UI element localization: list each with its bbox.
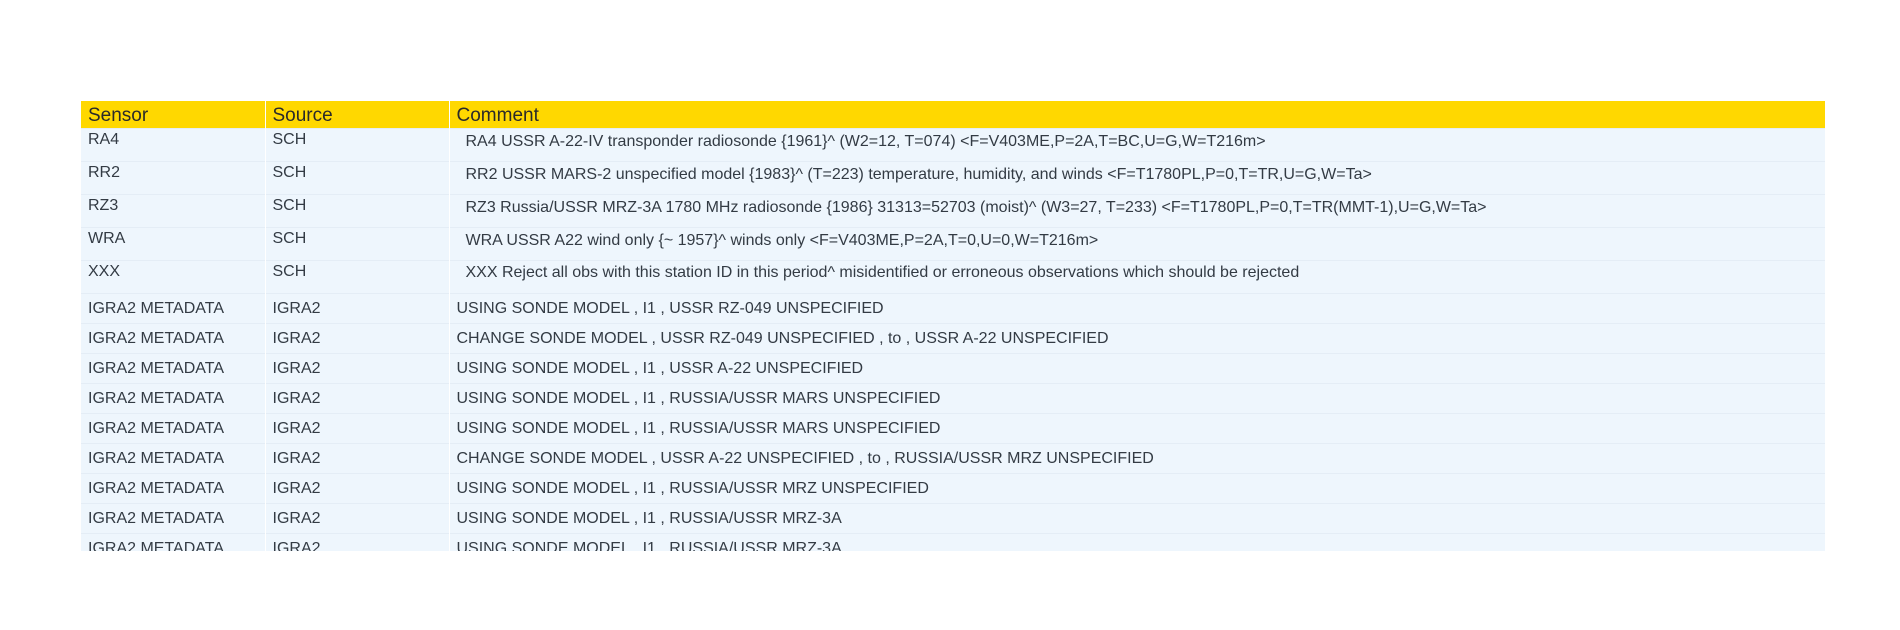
source-cell: IGRA2 <box>264 443 449 474</box>
sensor-cell: RA4 <box>81 128 265 162</box>
table-row: XXX SCH XXX Reject all obs with this sta… <box>81 260 1825 294</box>
comment-cell: USING SONDE MODEL , I1 , USSR A-22 UNSPE… <box>448 353 1825 384</box>
comment-cell: RA4 USSR A-22-IV transponder radiosonde … <box>448 128 1825 162</box>
source-cell: IGRA2 <box>264 413 449 444</box>
table-row: IGRA2 METADATA IGRA2 USING SONDE MODEL ,… <box>81 503 1825 534</box>
comment-cell: USING SONDE MODEL , I1 , RUSSIA/USSR MAR… <box>448 413 1825 444</box>
source-cell: SCH <box>264 194 449 228</box>
sensor-cell: IGRA2 METADATA <box>81 383 265 414</box>
sensor-cell: XXX <box>81 260 265 294</box>
comment-cell: RR2 USSR MARS-2 unspecified model {1983}… <box>448 161 1825 195</box>
table-row: IGRA2 METADATA IGRA2 USING SONDE MODEL ,… <box>81 383 1825 414</box>
sensor-cell: IGRA2 METADATA <box>81 323 265 354</box>
source-cell: SCH <box>264 260 449 294</box>
metadata-table-container: Sensor Source Comment RA4 SCH RA4 USSR A… <box>81 101 1825 551</box>
source-cell: IGRA2 <box>264 503 449 534</box>
table-row: IGRA2 METADATA IGRA2 USING SONDE MODEL ,… <box>81 353 1825 384</box>
source-cell: SCH <box>264 128 449 162</box>
metadata-table: Sensor Source Comment RA4 SCH RA4 USSR A… <box>81 101 1825 551</box>
source-cell: IGRA2 <box>264 293 449 324</box>
comment-cell: USING SONDE MODEL , I1 , RUSSIA/USSR MRZ… <box>448 533 1825 551</box>
source-cell: IGRA2 <box>264 383 449 414</box>
comment-cell: USING SONDE MODEL , I1 , USSR RZ-049 UNS… <box>448 293 1825 324</box>
sensor-cell: IGRA2 METADATA <box>81 443 265 474</box>
table-header-row: Sensor Source Comment <box>81 101 1825 129</box>
table-row: RR2 SCH RR2 USSR MARS-2 unspecified mode… <box>81 161 1825 195</box>
source-cell: IGRA2 <box>264 533 449 551</box>
table-row: IGRA2 METADATA IGRA2 CHANGE SONDE MODEL … <box>81 323 1825 354</box>
source-cell: IGRA2 <box>264 473 449 504</box>
sensor-cell: RZ3 <box>81 194 265 228</box>
sensor-cell: IGRA2 METADATA <box>81 413 265 444</box>
comment-cell: RZ3 Russia/USSR MRZ-3A 1780 MHz radioson… <box>448 194 1825 228</box>
source-cell: SCH <box>264 227 449 261</box>
table-row: WRA SCH WRA USSR A22 wind only {~ 1957}^… <box>81 227 1825 261</box>
sensor-cell: RR2 <box>81 161 265 195</box>
comment-cell: USING SONDE MODEL , I1 , RUSSIA/USSR MRZ… <box>448 503 1825 534</box>
column-header-comment[interactable]: Comment <box>448 101 1825 129</box>
table-row: IGRA2 METADATA IGRA2 USING SONDE MODEL ,… <box>81 293 1825 324</box>
table-row: IGRA2 METADATA IGRA2 USING SONDE MODEL ,… <box>81 473 1825 504</box>
sensor-cell: IGRA2 METADATA <box>81 353 265 384</box>
table-row: IGRA2 METADATA IGRA2 USING SONDE MODEL ,… <box>81 413 1825 444</box>
sensor-cell: IGRA2 METADATA <box>81 503 265 534</box>
comment-cell: USING SONDE MODEL , I1 , RUSSIA/USSR MRZ… <box>448 473 1825 504</box>
table-row: IGRA2 METADATA IGRA2 USING SONDE MODEL ,… <box>81 533 1825 551</box>
column-header-sensor[interactable]: Sensor <box>81 101 265 129</box>
sensor-cell: IGRA2 METADATA <box>81 473 265 504</box>
table-row: RZ3 SCH RZ3 Russia/USSR MRZ-3A 1780 MHz … <box>81 194 1825 228</box>
comment-cell: XXX Reject all obs with this station ID … <box>448 260 1825 294</box>
source-cell: SCH <box>264 161 449 195</box>
comment-cell: USING SONDE MODEL , I1 , RUSSIA/USSR MAR… <box>448 383 1825 414</box>
sensor-cell: WRA <box>81 227 265 261</box>
sensor-cell: IGRA2 METADATA <box>81 293 265 324</box>
comment-cell: CHANGE SONDE MODEL , USSR A-22 UNSPECIFI… <box>448 443 1825 474</box>
column-header-source[interactable]: Source <box>264 101 449 129</box>
table-row: IGRA2 METADATA IGRA2 CHANGE SONDE MODEL … <box>81 443 1825 474</box>
sensor-cell: IGRA2 METADATA <box>81 533 265 551</box>
comment-cell: WRA USSR A22 wind only {~ 1957}^ winds o… <box>448 227 1825 261</box>
table-row: RA4 SCH RA4 USSR A-22-IV transponder rad… <box>81 128 1825 162</box>
source-cell: IGRA2 <box>264 323 449 354</box>
source-cell: IGRA2 <box>264 353 449 384</box>
comment-cell: CHANGE SONDE MODEL , USSR RZ-049 UNSPECI… <box>448 323 1825 354</box>
